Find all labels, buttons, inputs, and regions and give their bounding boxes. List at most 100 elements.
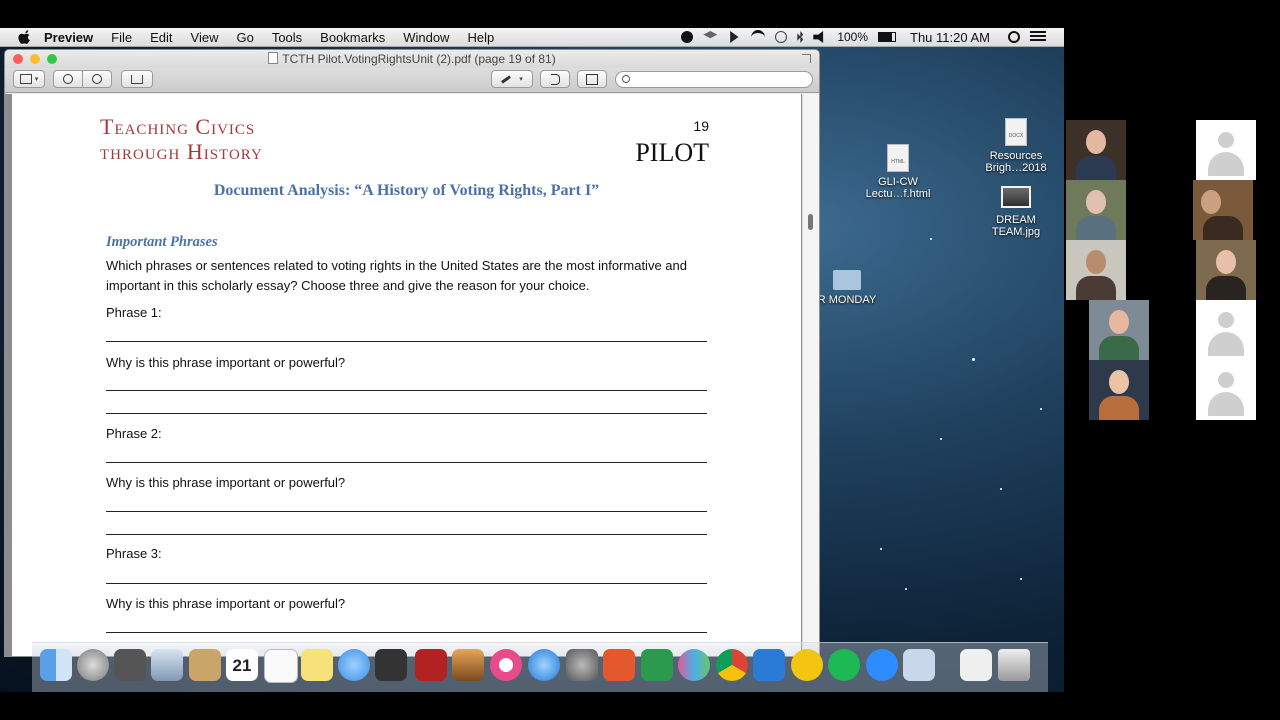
participant-video-tile[interactable] [1066, 180, 1126, 240]
answer-line[interactable] [106, 511, 707, 512]
desktop-icon-html-file[interactable]: HTML GLI-CW Lectu…f.html [858, 144, 938, 200]
section-heading: Important Phrases [106, 234, 218, 250]
participant-face [1216, 250, 1236, 274]
volume-icon[interactable] [813, 31, 824, 43]
participant-avatar-tile[interactable] [1196, 300, 1256, 360]
rotate-button[interactable] [540, 70, 570, 88]
answer-line[interactable] [106, 632, 707, 633]
participant-avatar-tile[interactable] [1196, 360, 1256, 420]
spotify-icon[interactable] [828, 649, 860, 681]
calendar-day: 21 [232, 656, 252, 675]
fullscreen-icon[interactable] [802, 54, 811, 63]
people-icon[interactable] [678, 649, 710, 681]
why-1-label: Why is this phrase important or powerful… [106, 355, 346, 370]
itunes-icon[interactable] [490, 649, 522, 681]
excel-icon[interactable] [641, 649, 673, 681]
participant-torso [1076, 216, 1116, 240]
menu-tools[interactable]: Tools [272, 30, 302, 45]
wifi-icon[interactable] [751, 29, 766, 45]
desktop-icon-label: DREAM TEAM.jpg [991, 214, 1041, 238]
sidebar-view-button[interactable]: ▾ [13, 70, 45, 88]
powerpoint-icon[interactable] [603, 649, 635, 681]
user-avatar-body [1208, 332, 1244, 356]
word-icon[interactable] [753, 649, 785, 681]
bluetooth-alt-icon[interactable] [730, 31, 739, 43]
participant-video-tile[interactable] [1089, 300, 1149, 360]
desktop-icon-resources-doc[interactable]: DOCX Resources Brigh…2018 [976, 118, 1056, 174]
answer-line[interactable] [106, 341, 707, 342]
participant-avatar-tile[interactable] [1196, 120, 1256, 180]
outlook-icon[interactable] [791, 649, 823, 681]
preview-app-icon[interactable] [903, 649, 935, 681]
chrome-icon[interactable] [716, 649, 748, 681]
clock[interactable]: Thu 11:20 AM [910, 30, 990, 45]
notification-center-icon[interactable] [1030, 31, 1046, 43]
launchpad-icon[interactable] [77, 649, 109, 681]
markup-toolbar-button[interactable] [577, 70, 607, 88]
logo-line-2: through History [100, 139, 263, 164]
html-file-icon: HTML [887, 144, 909, 172]
menu-help[interactable]: Help [467, 30, 494, 45]
answer-line[interactable] [106, 413, 707, 414]
menu-bookmarks[interactable]: Bookmarks [320, 30, 385, 45]
participant-torso [1203, 216, 1243, 240]
participant-video-tile[interactable] [1196, 240, 1256, 300]
facetime-icon[interactable] [375, 649, 407, 681]
menu-view[interactable]: View [191, 30, 219, 45]
participant-face [1201, 190, 1221, 214]
desktop-icon-monday-folder[interactable]: R MONDAY [815, 270, 879, 306]
scroll-thumb[interactable] [808, 214, 813, 230]
preview-icon[interactable] [151, 649, 183, 681]
participant-video-tile[interactable] [1089, 360, 1149, 420]
menu-file[interactable]: File [111, 30, 132, 45]
participant-video-tile[interactable] [1066, 240, 1126, 300]
menu-go[interactable]: Go [236, 30, 253, 45]
bluetooth-icon[interactable] [797, 31, 804, 43]
calendar-icon[interactable]: 21 [226, 649, 258, 681]
answer-line[interactable] [106, 462, 707, 463]
answer-line[interactable] [106, 534, 707, 535]
dropbox-icon[interactable] [703, 31, 718, 39]
pdf-page[interactable]: Teaching Civics through History 19 PILOT… [12, 94, 801, 656]
apple-icon[interactable] [18, 30, 32, 44]
battery-percent: 100% [837, 30, 869, 44]
participant-face [1086, 190, 1106, 214]
do-not-disturb-icon[interactable] [681, 31, 694, 43]
iphoto-icon[interactable] [452, 649, 484, 681]
vertical-scrollbar[interactable] [802, 94, 819, 656]
share-button[interactable] [121, 70, 153, 88]
menu-app-preview[interactable]: Preview [44, 30, 93, 45]
photo-booth-icon[interactable] [415, 649, 447, 681]
notes-icon[interactable] [301, 649, 333, 681]
zoom-out-button[interactable] [53, 70, 83, 88]
contacts-icon[interactable] [189, 649, 221, 681]
sidebar-icon [19, 74, 32, 84]
reminders-icon[interactable] [264, 649, 298, 683]
system-preferences-icon[interactable] [566, 649, 598, 681]
battery-icon[interactable] [878, 32, 897, 42]
why-3-label: Why is this phrase important or powerful… [106, 596, 346, 611]
search-field[interactable] [615, 71, 813, 88]
participant-video-tile[interactable] [1193, 180, 1253, 240]
menu-window[interactable]: Window [403, 30, 449, 45]
answer-line[interactable] [106, 583, 707, 584]
downloads-stack-icon[interactable] [960, 649, 992, 681]
app-store-icon[interactable] [528, 649, 560, 681]
image-capture-icon[interactable] [114, 649, 146, 681]
messages-icon[interactable] [338, 649, 370, 681]
window-titlebar[interactable]: TCTH Pilot.VotingRightsUnit (2).pdf (pag… [5, 50, 819, 68]
desktop-icon-dream-team[interactable]: DREAM TEAM.jpg [976, 186, 1056, 238]
finder-icon[interactable] [40, 649, 72, 681]
rotate-icon [550, 73, 560, 85]
zoom-in-button[interactable] [82, 70, 112, 88]
star [880, 548, 882, 550]
markup-pen-button[interactable]: ▾ [491, 70, 533, 88]
menu-edit[interactable]: Edit [150, 30, 172, 45]
answer-line[interactable] [106, 390, 707, 391]
spotlight-icon[interactable] [1008, 31, 1020, 43]
zoom-icon[interactable] [866, 649, 898, 681]
trash-icon[interactable] [998, 649, 1030, 681]
time-machine-icon[interactable] [775, 31, 788, 43]
logo-line-1: Teaching Civics [100, 114, 256, 139]
participant-video-tile[interactable] [1066, 120, 1126, 180]
